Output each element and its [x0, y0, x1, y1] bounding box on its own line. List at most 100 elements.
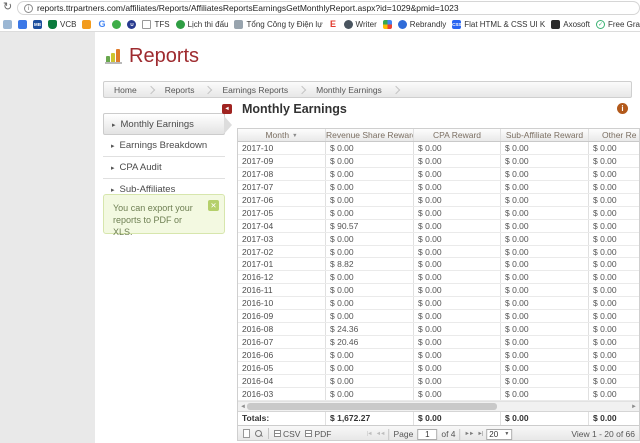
bookmark-item[interactable]: CSSFlat HTML & CSS UI K: [452, 20, 545, 29]
sidebar-item-cpa-audit[interactable]: ▸CPA Audit: [103, 157, 225, 179]
bookmark-item[interactable]: [18, 20, 27, 29]
first-page-icon[interactable]: |◄: [367, 431, 372, 437]
info-icon[interactable]: i: [617, 103, 628, 114]
breadcrumb-item-earnings-reports[interactable]: Earnings Reports: [222, 85, 288, 95]
month-cell: 2017-01: [238, 258, 326, 270]
sidebar-item-monthly-earnings[interactable]: ▸Monthly Earnings: [103, 113, 225, 135]
table-row[interactable]: 2016-12$ 0.00$ 0.00$ 0.00$ 0.00: [238, 271, 640, 284]
table-row[interactable]: 2017-09$ 0.00$ 0.00$ 0.00$ 0.00: [238, 155, 640, 168]
month-cell: 2016-08: [238, 323, 326, 335]
bookmark-item[interactable]: VCB: [48, 20, 76, 29]
table-header-row: Month▼Revenue Share RewardCPA RewardSub-…: [238, 129, 640, 142]
analytics-icon: [82, 20, 91, 29]
collapse-sidebar-button[interactable]: ◄: [222, 104, 232, 114]
sidebar-item-earnings-breakdown[interactable]: ▸Earnings Breakdown: [103, 135, 225, 157]
table-row[interactable]: 2017-06$ 0.00$ 0.00$ 0.00$ 0.00: [238, 194, 640, 207]
reload-icon[interactable]: ↻: [3, 0, 12, 13]
bookmark-item[interactable]: ✓Free Grammar Check: [596, 20, 640, 29]
value-cell: $ 0.00: [414, 310, 501, 322]
bookmark-item[interactable]: Writer: [344, 20, 377, 29]
bookmark-item[interactable]: U: [127, 20, 136, 29]
value-cell: $ 0.00: [589, 284, 640, 296]
table-row[interactable]: 2017-02$ 0.00$ 0.00$ 0.00$ 0.00: [238, 246, 640, 259]
sidebar-item-label: Monthly Earnings: [121, 119, 194, 130]
table-row[interactable]: 2017-10$ 0.00$ 0.00$ 0.00$ 0.00: [238, 142, 640, 155]
export-pdf-button[interactable]: PDF: [305, 429, 331, 439]
bookmark-label: TFS: [154, 20, 169, 29]
triangle-bullet-icon: ▸: [111, 143, 115, 150]
page-size-select[interactable]: 20 ▼: [486, 429, 512, 440]
table-row[interactable]: 2016-07$ 20.46$ 0.00$ 0.00$ 0.00: [238, 336, 640, 349]
value-cell: $ 0.00: [326, 375, 414, 387]
bookmark-item[interactable]: [383, 20, 392, 29]
bookmark-item[interactable]: MB: [33, 20, 42, 29]
table-row[interactable]: 2016-05$ 0.00$ 0.00$ 0.00$ 0.00: [238, 362, 640, 375]
bookmark-item[interactable]: [112, 20, 121, 29]
prev-page-icon[interactable]: ◄◄: [376, 431, 385, 437]
page-info-icon[interactable]: i: [24, 4, 33, 13]
next-page-icon[interactable]: ►►: [465, 431, 474, 437]
scroll-right-icon[interactable]: ►: [631, 402, 637, 412]
bookmark-item[interactable]: Rebrandly: [398, 20, 446, 29]
apps-grid-icon: [383, 20, 392, 29]
last-page-icon[interactable]: ►|: [477, 431, 482, 437]
value-cell: $ 0.00: [501, 155, 589, 167]
url-bar[interactable]: i reports.ttrpartners.com/affiliates/Rep…: [17, 1, 640, 15]
value-cell: $ 0.00: [414, 233, 501, 245]
table-row[interactable]: 2016-06$ 0.00$ 0.00$ 0.00$ 0.00: [238, 349, 640, 362]
breadcrumb-item-home[interactable]: Home: [114, 85, 137, 95]
column-header-2[interactable]: CPA Reward: [414, 129, 501, 141]
page-of-label: of 4: [441, 429, 455, 439]
sidebar-item-label: CPA Audit: [120, 162, 162, 173]
totals-label: Totals:: [238, 412, 326, 425]
value-cell: $ 0.00: [414, 284, 501, 296]
tfs-doc-icon: [142, 20, 151, 29]
value-cell: $ 20.46: [326, 336, 414, 348]
table-row[interactable]: 2017-03$ 0.00$ 0.00$ 0.00$ 0.00: [238, 233, 640, 246]
column-header-0[interactable]: Month▼: [238, 129, 326, 141]
value-cell: $ 0.00: [589, 388, 640, 400]
column-header-1[interactable]: Revenue Share Reward: [326, 129, 414, 141]
page-number-input[interactable]: [417, 429, 437, 440]
table-row[interactable]: 2016-11$ 0.00$ 0.00$ 0.00$ 0.00: [238, 284, 640, 297]
bookmark-label: Rebrandly: [410, 20, 446, 29]
table-row[interactable]: 2017-08$ 0.00$ 0.00$ 0.00$ 0.00: [238, 168, 640, 181]
table-row[interactable]: 2017-01$ 8.82$ 0.00$ 0.00$ 0.00: [238, 258, 640, 271]
bookmark-item[interactable]: TFS: [142, 20, 169, 29]
value-cell: $ 0.00: [501, 168, 589, 180]
new-record-icon[interactable]: [243, 429, 250, 438]
value-cell: $ 0.00: [589, 142, 640, 154]
value-cell: $ 0.00: [589, 258, 640, 270]
bookmark-item[interactable]: Axosoft: [551, 20, 590, 29]
horizontal-scrollbar[interactable]: ◄ ►: [238, 401, 639, 411]
bookmark-item[interactable]: Tổng Công ty Điện lự: [234, 20, 322, 29]
bookmark-item[interactable]: G: [97, 20, 106, 29]
export-notice-text: You can export your reports to PDF or XL…: [113, 203, 193, 237]
scroll-left-icon[interactable]: ◄: [240, 402, 246, 412]
table-row[interactable]: 2016-10$ 0.00$ 0.00$ 0.00$ 0.00: [238, 297, 640, 310]
bookmark-item[interactable]: E: [329, 20, 338, 29]
bookmark-item[interactable]: [3, 20, 12, 29]
table-row[interactable]: 2017-04$ 90.57$ 0.00$ 0.00$ 0.00: [238, 220, 640, 233]
month-cell: 2016-03: [238, 388, 326, 400]
column-header-4[interactable]: Other Re: [589, 129, 640, 141]
bookmark-item[interactable]: Lịch thi đấu: [176, 20, 229, 29]
bookmark-item[interactable]: [82, 20, 91, 29]
table-row[interactable]: 2016-09$ 0.00$ 0.00$ 0.00$ 0.00: [238, 310, 640, 323]
breadcrumb-item-monthly-earnings[interactable]: Monthly Earnings: [316, 85, 382, 95]
table-row[interactable]: 2017-05$ 0.00$ 0.00$ 0.00$ 0.00: [238, 207, 640, 220]
export-csv-button[interactable]: CSV: [274, 429, 300, 439]
url-text: reports.ttrpartners.com/affiliates/Repor…: [37, 3, 459, 13]
value-cell: $ 0.00: [501, 336, 589, 348]
search-icon[interactable]: [255, 430, 263, 438]
table-row[interactable]: 2016-08$ 24.36$ 0.00$ 0.00$ 0.00: [238, 323, 640, 336]
css-icon: CSS: [452, 20, 461, 29]
column-header-3[interactable]: Sub-Affiliate Reward: [501, 129, 589, 141]
csv-grid-icon: [274, 430, 281, 437]
table-row[interactable]: 2016-03$ 0.00$ 0.00$ 0.00$ 0.00: [238, 388, 640, 401]
close-icon[interactable]: ✕: [208, 200, 219, 211]
table-row[interactable]: 2016-04$ 0.00$ 0.00$ 0.00$ 0.00: [238, 375, 640, 388]
table-row[interactable]: 2017-07$ 0.00$ 0.00$ 0.00$ 0.00: [238, 181, 640, 194]
breadcrumb-item-reports[interactable]: Reports: [165, 85, 195, 95]
scrollbar-thumb[interactable]: [247, 403, 497, 410]
